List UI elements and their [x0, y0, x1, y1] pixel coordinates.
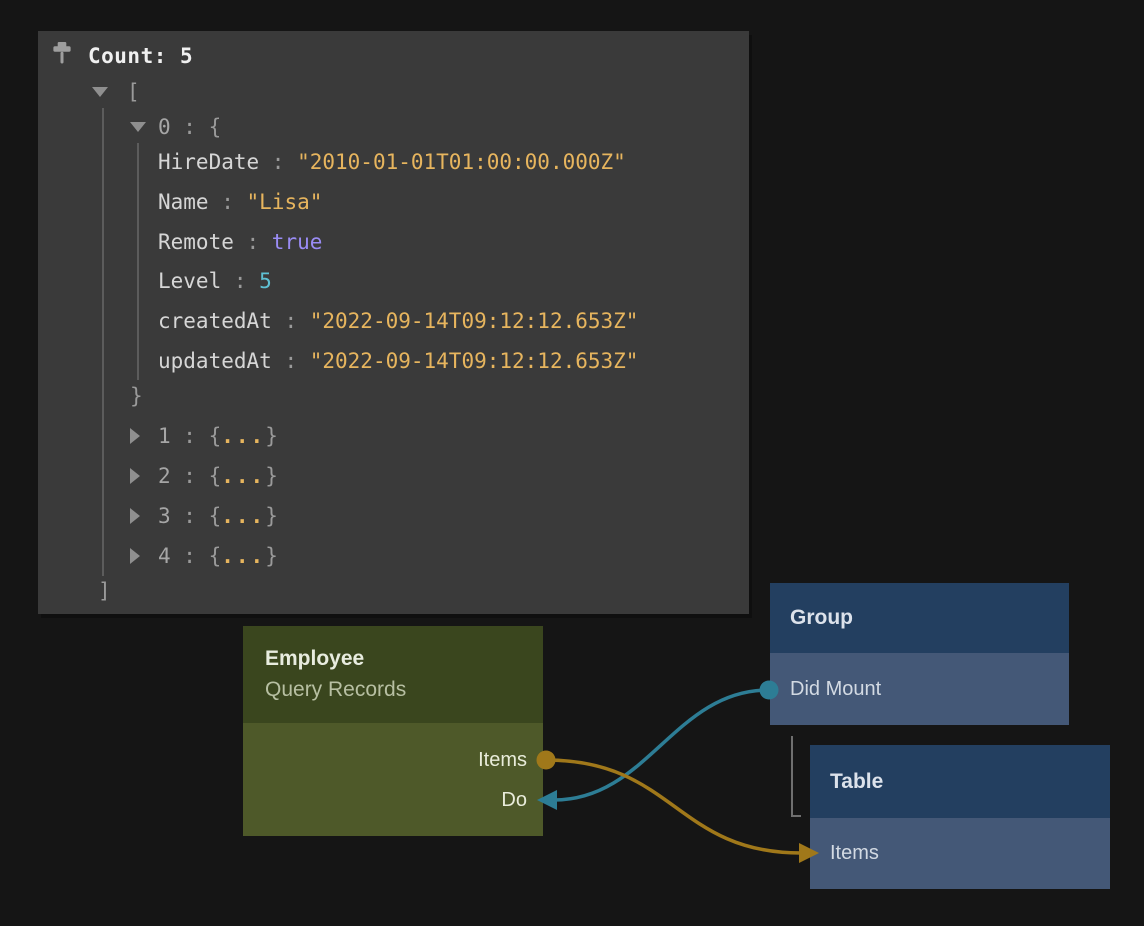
json-token-string: "2022-09-14T09:12:12.653Z" — [310, 309, 639, 333]
tree-row: [ — [92, 74, 140, 110]
json-token-dots: ... — [221, 464, 265, 488]
json-token-index: 0 — [158, 115, 171, 139]
json-token-key: Remote — [158, 230, 234, 254]
port-label: Items — [830, 842, 879, 865]
hierarchy-connector-line — [792, 736, 801, 816]
json-token-punct: [ — [127, 80, 140, 104]
json-token-punct: } — [265, 504, 278, 528]
tree-row: 4 : {...} — [130, 538, 278, 574]
node-group-header: Group — [770, 583, 1069, 653]
json-token-punct: : — [234, 230, 272, 254]
json-token-string: "Lisa" — [247, 190, 323, 214]
json-token-punct: : — [171, 424, 209, 448]
expander-open-icon[interactable] — [130, 122, 158, 132]
json-token-string: "2022-09-14T09:12:12.653Z" — [310, 349, 639, 373]
json-token-bool: true — [272, 230, 323, 254]
tree-row: 1 : {...} — [130, 418, 278, 454]
json-token-punct: : — [171, 115, 209, 139]
pin-icon[interactable] — [51, 42, 73, 70]
tree-row: 3 : {...} — [130, 498, 278, 534]
json-token-dots: ... — [221, 424, 265, 448]
port-table-items[interactable]: Items — [810, 818, 1110, 889]
json-token-key: HireDate — [158, 150, 259, 174]
wire-didmount-to-do[interactable] — [554, 690, 769, 800]
expander-collapsed-icon[interactable] — [130, 428, 158, 444]
tree-row: ] — [98, 573, 111, 609]
node-table-header: Table — [810, 745, 1110, 818]
expander-collapsed-icon[interactable] — [130, 468, 158, 484]
node-employee[interactable]: Employee Query Records Items Do — [243, 626, 543, 836]
expander-collapsed-icon[interactable] — [130, 548, 158, 564]
tree-row: Level : 5 — [158, 263, 272, 299]
json-token-index: 1 — [158, 424, 171, 448]
json-token-punct: } — [265, 464, 278, 488]
json-token-punct: { — [209, 464, 222, 488]
node-title: Employee — [265, 643, 543, 674]
tree-row: Name : "Lisa" — [158, 184, 322, 220]
flow-canvas[interactable]: { "inspector": { "pinned": true, "title"… — [0, 0, 1144, 926]
json-token-punct: ] — [98, 579, 111, 603]
json-token-punct: : — [272, 349, 310, 373]
json-token-punct: { — [209, 544, 222, 568]
json-token-punct: : — [259, 150, 297, 174]
inspector-panel: Count: 5 [0 : {HireDate : "2010-01-01T01… — [38, 31, 749, 614]
inspector-title: Count: 5 — [88, 44, 193, 68]
port-label: Did Mount — [790, 678, 881, 701]
node-table[interactable]: Table Items — [810, 745, 1110, 889]
json-token-key: Name — [158, 190, 209, 214]
tree-row: Remote : true — [158, 224, 322, 260]
wire-items-to-items[interactable] — [546, 760, 801, 853]
json-token-dots: ... — [221, 544, 265, 568]
json-token-index: 3 — [158, 504, 171, 528]
port-employee-do[interactable]: Do — [501, 787, 527, 813]
json-token-dots: ... — [221, 504, 265, 528]
json-token-punct: } — [130, 384, 143, 408]
tree-row: 0 : { — [130, 109, 221, 145]
json-token-key: updatedAt — [158, 349, 272, 373]
json-token-punct: { — [209, 504, 222, 528]
json-token-string: "2010-01-01T01:00:00.000Z" — [297, 150, 626, 174]
tree-guide-line — [137, 143, 139, 380]
json-token-num: 5 — [259, 269, 272, 293]
tree-row: createdAt : "2022-09-14T09:12:12.653Z" — [158, 303, 638, 339]
json-token-punct: { — [209, 424, 222, 448]
node-employee-header: Employee Query Records — [243, 626, 543, 723]
tree-row: updatedAt : "2022-09-14T09:12:12.653Z" — [158, 343, 638, 379]
json-token-key: Level — [158, 269, 221, 293]
json-token-index: 4 — [158, 544, 171, 568]
json-token-punct: : — [221, 269, 259, 293]
json-token-punct: } — [265, 544, 278, 568]
tree-guide-line — [102, 108, 104, 576]
node-employee-body: Items Do — [243, 723, 543, 836]
node-group[interactable]: Group Did Mount — [770, 583, 1069, 725]
json-token-punct: { — [209, 115, 222, 139]
port-label: Items — [478, 749, 527, 771]
tree-row: } — [130, 378, 143, 414]
tree-row: 2 : {...} — [130, 458, 278, 494]
expander-open-icon[interactable] — [92, 87, 127, 97]
json-token-punct: : — [209, 190, 247, 214]
node-title: Table — [830, 770, 883, 794]
json-token-punct: : — [171, 504, 209, 528]
expander-collapsed-icon[interactable] — [130, 508, 158, 524]
port-label: Do — [501, 789, 527, 811]
json-token-punct: } — [265, 424, 278, 448]
json-token-key: createdAt — [158, 309, 272, 333]
json-token-punct: : — [171, 544, 209, 568]
json-token-punct: : — [272, 309, 310, 333]
port-employee-items[interactable]: Items — [478, 747, 527, 773]
json-token-index: 2 — [158, 464, 171, 488]
port-group-didmount[interactable]: Did Mount — [770, 653, 1069, 725]
json-token-punct: : — [171, 464, 209, 488]
node-title: Group — [790, 606, 853, 630]
tree-row: HireDate : "2010-01-01T01:00:00.000Z" — [158, 144, 626, 180]
node-subtitle: Query Records — [265, 674, 543, 705]
